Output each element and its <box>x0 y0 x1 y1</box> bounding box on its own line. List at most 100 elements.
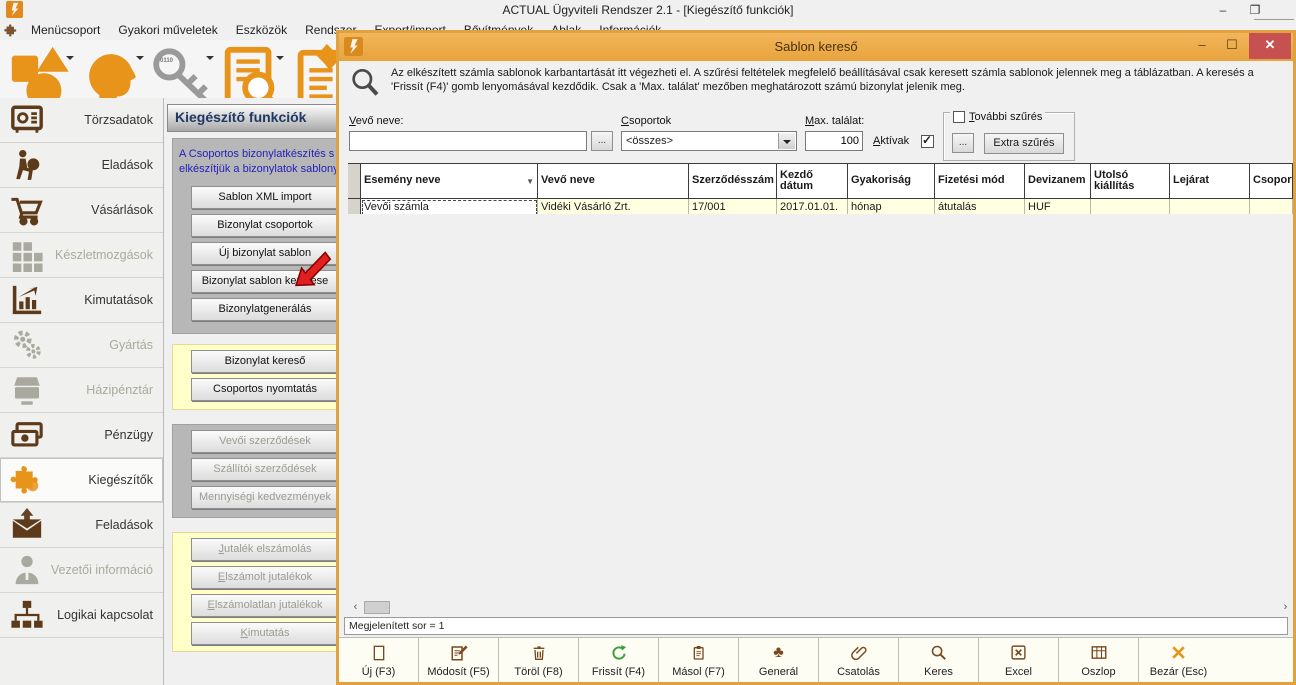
cell-lejarat[interactable] <box>1170 199 1250 214</box>
scroll-right-icon[interactable]: › <box>1278 600 1293 615</box>
col-fizetesi-mod[interactable]: Fizetési mód <box>935 164 1025 198</box>
col-vevo-neve[interactable]: Vevő neve <box>538 164 689 198</box>
sidebar-item-eladasok[interactable]: Eladások <box>0 143 163 188</box>
chevron-down-icon[interactable] <box>66 56 74 64</box>
aktivak-checkbox[interactable] <box>921 135 934 148</box>
vevo-neve-input[interactable] <box>349 131 587 151</box>
csoportok-value: <összes> <box>623 133 778 149</box>
search-group: Bizonylat kereső Csoportos nyomtatás <box>172 344 336 410</box>
cell-szerzodesszam[interactable]: 17/001 <box>689 199 777 214</box>
sidebar-item-penzugy[interactable]: Pénzügy <box>0 413 163 458</box>
main-window: ACTUAL Ügyviteli Rendszer 2.1 - [Kiegész… <box>0 0 1296 685</box>
minimize-icon[interactable]: – <box>1208 2 1238 18</box>
masol-button[interactable]: Másol (F7) <box>659 638 739 682</box>
col-szerzodesszam[interactable]: Szerződésszám <box>689 164 777 198</box>
scrollbar-thumb[interactable] <box>364 601 390 614</box>
frissit-button[interactable]: Frissít (F4) <box>579 638 659 682</box>
magnifier-icon <box>349 67 381 99</box>
sort-desc-icon[interactable]: ▼ <box>526 176 534 188</box>
sidebar-item-vezetoi-informacio: Vezetői információ <box>0 548 163 593</box>
money-icon <box>10 418 44 452</box>
oszlop-button[interactable]: Oszlop <box>1059 638 1139 682</box>
general-button[interactable]: ♣ Generál <box>739 638 819 682</box>
dialog-description: Az elkészített számla sablonok karbantar… <box>391 66 1285 94</box>
toolbar-cikk-button[interactable]: Cikk <box>6 40 76 98</box>
sablon-xml-import-button[interactable]: Sablon XML import <box>191 186 336 209</box>
dialog-minimize-icon[interactable]: – <box>1187 33 1217 59</box>
csoportos-nyomtatas-button[interactable]: Csoportos nyomtatás <box>191 378 336 401</box>
table-row[interactable]: Vevői számla Vidéki Vásárló Zrt. 17/001 … <box>348 199 1293 214</box>
extra-browse-button[interactable]: ... <box>952 133 974 153</box>
extra-szures-button[interactable]: Extra szűrés <box>984 133 1064 154</box>
sidebar-item-kiegeszitok[interactable]: Kiegészítők <box>0 458 163 503</box>
sidebar-item-kimutatasok[interactable]: Kimutatások <box>0 278 163 323</box>
menu-menucsoport[interactable]: Menücsoport <box>23 21 108 39</box>
row-selector-cell[interactable] <box>348 199 361 214</box>
cell-esemeny-neve[interactable]: Vevői számla <box>361 199 538 214</box>
csatolas-button[interactable]: Csatolás <box>819 638 899 682</box>
jutalek-elszamolas-button: Jutalék elszámolás <box>191 538 336 561</box>
horizontal-scrollbar[interactable]: ‹ › <box>348 600 1293 615</box>
sidebar-item-feladasok[interactable]: Feladások <box>0 503 163 548</box>
bizonylatgeneralas-button[interactable]: Bizonylatgenerálás <box>191 298 336 321</box>
cell-devizanem[interactable]: HUF <box>1025 199 1091 214</box>
dialog-maximize-icon[interactable]: ☐ <box>1217 33 1247 59</box>
sidebar-item-vasarlasok[interactable]: Vásárlások <box>0 188 163 233</box>
trash-icon <box>529 643 549 663</box>
restore-icon[interactable]: ❐ <box>1240 2 1270 18</box>
cell-utolso-kiallitas[interactable] <box>1091 199 1170 214</box>
chevron-down-icon <box>206 56 214 64</box>
uj-button[interactable]: Új (F3) <box>339 638 419 682</box>
keres-button[interactable]: Keres <box>899 638 979 682</box>
aktivak-label: Aktívak <box>873 135 909 147</box>
sidebar-item-torzsadatok[interactable]: Törzsadatok <box>0 98 163 143</box>
torol-button[interactable]: Töröl (F8) <box>499 638 579 682</box>
refresh-icon <box>609 643 629 663</box>
chevron-down-icon[interactable] <box>136 56 144 64</box>
cart-icon <box>10 193 44 227</box>
dialog-filter-bar: Vevő neve: ... Csoportok <összes> Max. t… <box>339 109 1293 163</box>
cell-csoport[interactable] <box>1250 199 1293 214</box>
blocks-icon <box>10 238 44 272</box>
col-esemeny-neve[interactable]: Esemény neve▼ <box>361 164 538 198</box>
col-csoport[interactable]: Csoport <box>1250 164 1293 198</box>
dialog-close-icon[interactable]: ✕ <box>1249 33 1291 59</box>
cell-fizetesi-mod[interactable]: átutalás <box>935 199 1025 214</box>
tovabbi-szures-checkbox[interactable] <box>953 111 965 123</box>
excel-icon <box>1009 643 1029 663</box>
chevron-down-icon[interactable] <box>276 56 284 64</box>
dialog-titlebar[interactable]: Sablon kereső – ☐ ✕ <box>339 33 1293 61</box>
bezar-button[interactable]: Bezár (Esc) <box>1139 638 1218 682</box>
menu-gyakori-muveletek[interactable]: Gyakori műveletek <box>110 21 225 39</box>
cell-gyakorisag[interactable]: hónap <box>848 199 935 214</box>
bizonylat-csoportok-button[interactable]: Bizonylat csoportok <box>191 214 336 237</box>
sidebar: Törzsadatok Eladások Vásárlások Készletm… <box>0 98 164 685</box>
scroll-left-icon[interactable]: ‹ <box>348 600 363 615</box>
menu-eszkozok[interactable]: Eszközök <box>228 21 295 39</box>
chevron-down-icon[interactable] <box>778 133 795 149</box>
max-talalat-label: Max. találat: <box>805 115 864 127</box>
bizonylat-kereso-button[interactable]: Bizonylat kereső <box>191 350 336 373</box>
excel-button[interactable]: Excel <box>979 638 1059 682</box>
elszamolt-jutalekok-button: Elszámolt jutalékok <box>191 566 336 589</box>
csoportok-select[interactable]: <összes> <box>621 131 797 151</box>
cell-kezdo-datum[interactable]: 2017.01.01. <box>777 199 848 214</box>
toolbar-bizonylat-button[interactable]: Bizonylat <box>216 40 286 98</box>
max-talalat-input[interactable] <box>805 131 863 151</box>
modosit-button[interactable]: Módosít (F5) <box>419 638 499 682</box>
col-kezdo-datum[interactable]: Kezdő dátum <box>777 164 848 198</box>
key-digits: 0110 <box>160 58 173 64</box>
envelope-up-icon <box>10 508 44 542</box>
col-utolso-kiallitas[interactable]: Utolsó kiállítás <box>1091 164 1170 198</box>
col-gyakorisag[interactable]: Gyakoriság <box>848 164 935 198</box>
sidebar-item-logikai-kapcsolat[interactable]: Logikai kapcsolat <box>0 593 163 638</box>
tovabbi-szures-label: További szűrés <box>969 111 1042 123</box>
tovabbi-szures-group: További szűrés ... Extra szűrés <box>943 112 1075 161</box>
cell-vevo-neve[interactable]: Vidéki Vásárló Zrt. <box>538 199 689 214</box>
toolbar-egyedi-button: 0110 Egyedi <box>146 40 216 98</box>
vevo-browse-button[interactable]: ... <box>591 131 613 151</box>
szallitoi-szerzodesek-button: Szállítói szerződések <box>191 458 336 481</box>
toolbar-partner-button[interactable]: Partner <box>76 40 146 98</box>
col-lejarat[interactable]: Lejárat <box>1170 164 1250 198</box>
col-devizanem[interactable]: Devizanem <box>1025 164 1091 198</box>
